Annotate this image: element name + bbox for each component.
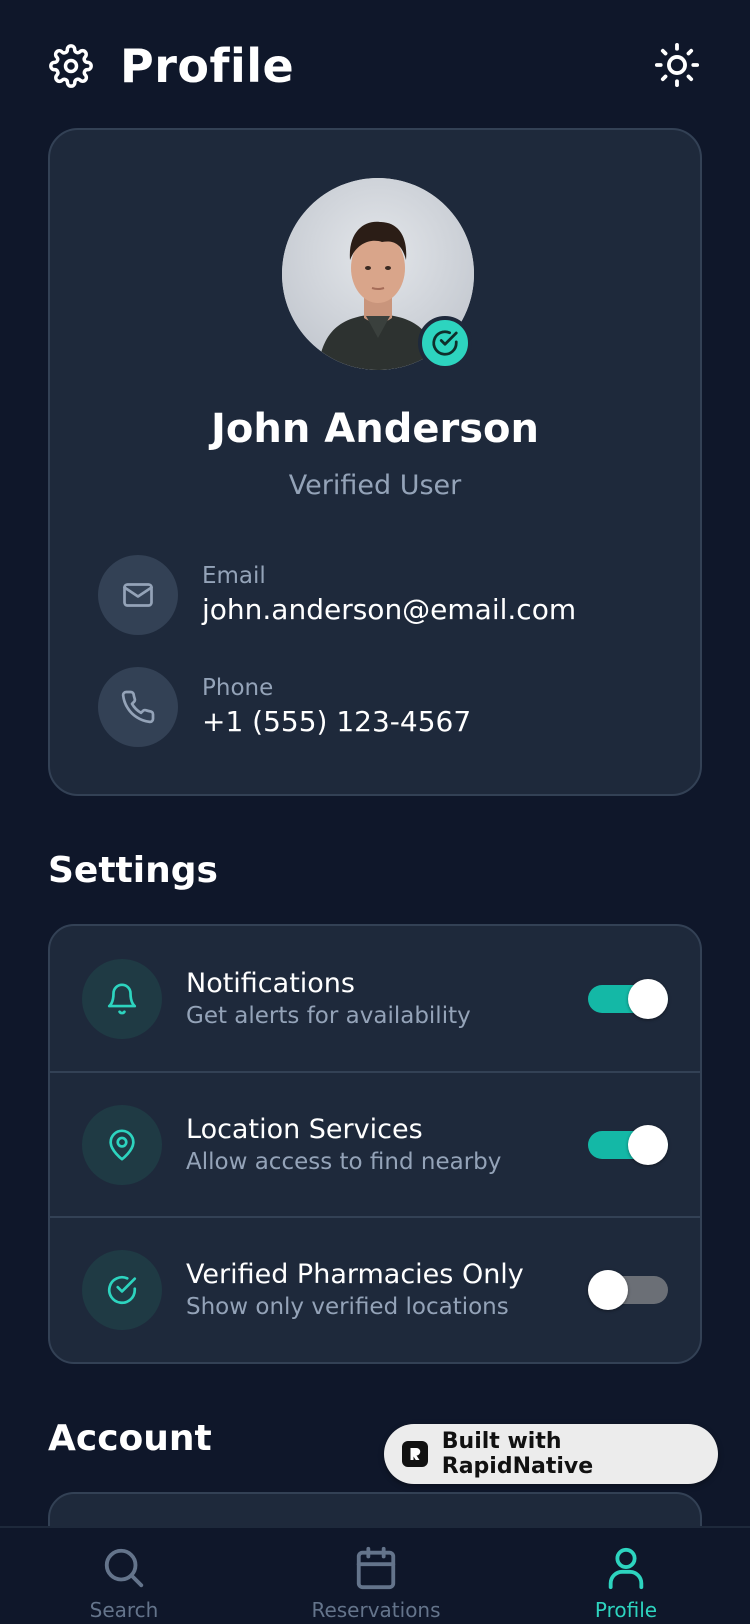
gear-icon[interactable]: [48, 43, 94, 89]
setting-row-location: Location Services Allow access to find n…: [50, 1071, 700, 1216]
calendar-icon: [352, 1544, 400, 1592]
bell-icon: [82, 958, 162, 1039]
toggle-knob: [588, 1269, 628, 1310]
verified-badge-icon: [418, 316, 472, 370]
sun-icon[interactable]: [652, 40, 702, 90]
phone-icon: [98, 667, 178, 747]
nav-label: Search: [89, 1598, 159, 1622]
verified-pharmacies-toggle[interactable]: [588, 1268, 668, 1312]
map-pin-icon: [82, 1104, 162, 1185]
phone-value: +1 (555) 123-4567: [202, 705, 472, 738]
rapidnative-logo-icon: [402, 1441, 428, 1467]
setting-row-notifications: Notifications Get alerts for availabilit…: [50, 926, 700, 1071]
check-circle-icon: [82, 1249, 162, 1330]
page-title: Profile: [120, 39, 295, 93]
email-value: john.anderson@email.com: [202, 593, 577, 626]
setting-subtitle: Show only verified locations: [186, 1293, 509, 1320]
built-with-badge[interactable]: Built with RapidNative: [384, 1424, 718, 1484]
mail-icon: [98, 555, 178, 635]
profile-screen: Profile John Anderson Verified User Emai…: [0, 0, 750, 1624]
account-heading: Account: [48, 1418, 212, 1459]
settings-heading: Settings: [48, 850, 218, 891]
notifications-toggle[interactable]: [588, 977, 668, 1021]
location-toggle[interactable]: [588, 1123, 668, 1167]
setting-text: Location Services Allow access to find n…: [186, 1113, 501, 1177]
nav-label: Reservations: [311, 1598, 441, 1622]
nav-label: Profile: [594, 1598, 658, 1622]
header: Profile: [48, 36, 702, 96]
phone-label: Phone: [202, 675, 274, 701]
phone-row[interactable]: Phone +1 (555) 123-4567: [98, 666, 670, 748]
email-row[interactable]: Email john.anderson@email.com: [98, 554, 670, 636]
setting-text: Notifications Get alerts for availabilit…: [186, 967, 471, 1031]
user-name: John Anderson: [211, 406, 539, 452]
bottom-nav: Search Reservations Profile: [0, 1526, 750, 1624]
built-with-text: Built with RapidNative: [441, 1429, 594, 1479]
nav-item-profile[interactable]: Profile: [536, 1544, 716, 1622]
nav-item-search[interactable]: Search: [34, 1544, 214, 1622]
email-text: Email john.anderson@email.com: [202, 561, 576, 629]
setting-text: Verified Pharmacies Only Show only verif…: [186, 1258, 524, 1322]
phone-text: Phone +1 (555) 123-4567: [202, 673, 471, 741]
settings-card: Notifications Get alerts for availabilit…: [48, 924, 702, 1364]
toggle-knob: [628, 1124, 668, 1165]
setting-title: Location Services: [186, 1113, 423, 1145]
avatar-container: [282, 178, 474, 370]
setting-subtitle: Get alerts for availability: [186, 1002, 471, 1029]
nav-item-reservations[interactable]: Reservations: [286, 1544, 466, 1622]
setting-title: Notifications: [186, 967, 355, 999]
user-status: Verified User: [288, 470, 462, 501]
profile-card: John Anderson Verified User Email john.a…: [48, 128, 702, 796]
setting-subtitle: Allow access to find nearby: [186, 1148, 502, 1175]
toggle-knob: [628, 978, 668, 1019]
setting-title: Verified Pharmacies Only: [186, 1258, 524, 1290]
user-icon: [602, 1544, 650, 1592]
search-icon: [100, 1544, 148, 1592]
email-label: Email: [202, 563, 266, 589]
setting-row-verified-pharmacies: Verified Pharmacies Only Show only verif…: [50, 1216, 700, 1361]
